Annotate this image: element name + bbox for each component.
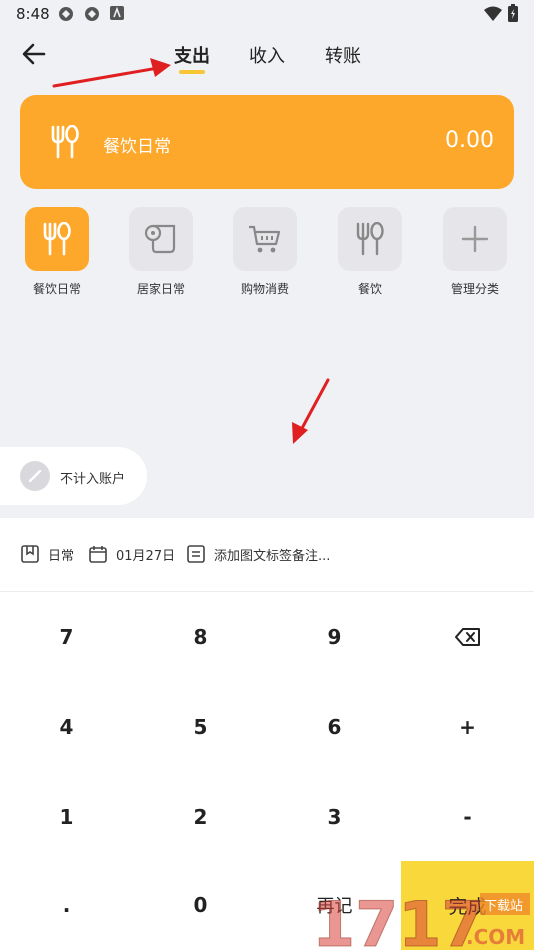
plus-icon [461, 225, 489, 253]
tab-expense[interactable]: 支出 [174, 42, 210, 68]
amount-card: 餐饮日常 0.00 [20, 95, 514, 189]
note-field[interactable]: 添加图文标签备注... [186, 544, 330, 564]
done-button[interactable]: 完成 [401, 861, 534, 950]
key-1[interactable]: 1 [0, 772, 133, 862]
pencil-icon [20, 461, 50, 491]
category-icon-box [338, 207, 402, 271]
category-dining[interactable]: 餐饮 [325, 207, 415, 297]
key-plus[interactable]: + [401, 682, 534, 772]
key-8[interactable]: 8 [134, 592, 267, 682]
date-selector[interactable]: 01月27日 [88, 544, 175, 564]
key-6[interactable]: 6 [268, 682, 401, 772]
sync-icon [85, 7, 99, 21]
wifi-icon [484, 6, 502, 21]
top-bar: 支出 收入 转账 [0, 28, 534, 80]
category-label: 管理分类 [450, 282, 499, 296]
note-placeholder: 添加图文标签备注... [214, 548, 331, 564]
category-label: 居家日常 [136, 282, 185, 296]
battery-icon [508, 4, 518, 22]
category-home-daily[interactable]: 居家日常 [116, 207, 206, 297]
sync-icon [59, 7, 73, 21]
key-9[interactable]: 9 [268, 592, 401, 682]
key-5[interactable]: 5 [134, 682, 267, 772]
date-label: 01月27日 [116, 548, 176, 564]
category-icon-box [233, 207, 297, 271]
category-manage[interactable]: 管理分类 [430, 207, 520, 297]
calendar-icon [89, 546, 107, 563]
fork-spoon-icon [51, 125, 79, 159]
category-icon-box [443, 207, 507, 271]
key-2[interactable]: 2 [134, 772, 267, 862]
category-label: 餐饮日常 [32, 282, 81, 296]
book-selector[interactable]: 日常 [20, 544, 74, 564]
exclude-account-label: 不计入账户 [60, 472, 126, 487]
key-4[interactable]: 4 [0, 682, 133, 772]
input-panel: 日常 01月27日 添加图文标签备注... 7 8 9 4 5 6 + 1 2 … [0, 518, 534, 950]
status-time: 8:48 [16, 5, 50, 23]
toilet-paper-icon [144, 224, 176, 254]
key-0[interactable]: 0 [134, 860, 267, 950]
category-shopping[interactable]: 购物消费 [220, 207, 310, 297]
status-bar: 8:48 [0, 0, 534, 28]
done-label: 完成 [448, 896, 487, 918]
note-icon [187, 545, 205, 563]
key-minus[interactable]: - [401, 772, 534, 862]
key-3[interactable]: 3 [268, 772, 401, 862]
shopping-cart-icon [249, 225, 281, 253]
tab-active-indicator [179, 70, 205, 74]
back-arrow-icon[interactable] [18, 38, 50, 70]
key-decimal[interactable]: . [0, 860, 133, 950]
exclude-account-toggle[interactable]: 不计入账户 [0, 447, 147, 505]
amount-value: 0.00 [445, 128, 494, 153]
key-7[interactable]: 7 [0, 592, 133, 682]
app-notification-icon [110, 6, 124, 20]
category-label: 购物消费 [240, 282, 289, 296]
selected-category-label: 餐饮日常 [103, 137, 171, 157]
bookmark-icon [21, 545, 39, 563]
save-and-continue-button[interactable]: 再记 [268, 860, 401, 950]
book-label: 日常 [48, 548, 75, 564]
category-dining-daily[interactable]: 餐饮日常 [12, 207, 102, 297]
fork-spoon-icon [43, 222, 71, 256]
category-icon-box [25, 207, 89, 271]
tab-income[interactable]: 收入 [249, 42, 285, 68]
tab-transfer[interactable]: 转账 [325, 42, 361, 68]
category-label: 餐饮 [357, 282, 382, 296]
backspace-icon [454, 628, 480, 646]
backspace-key[interactable] [401, 592, 534, 682]
fork-spoon-icon [356, 222, 384, 256]
category-icon-box [129, 207, 193, 271]
